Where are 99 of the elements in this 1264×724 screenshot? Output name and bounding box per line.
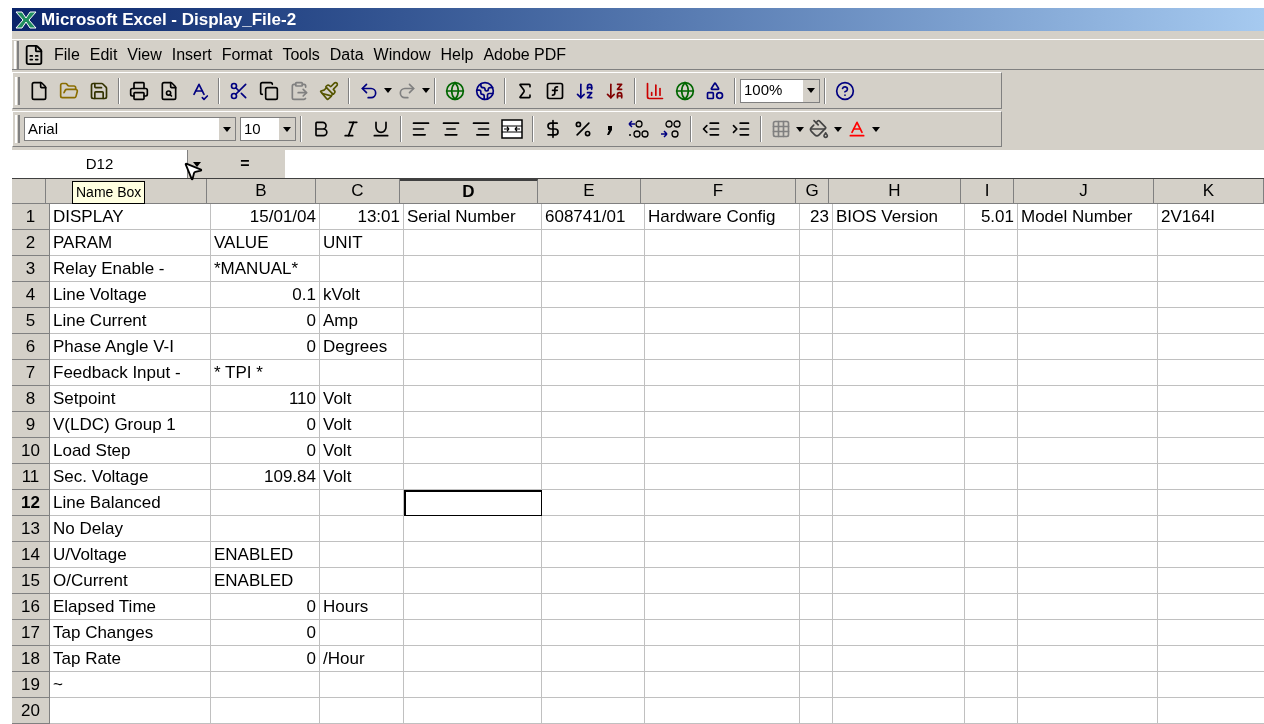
row-header[interactable]: 12 [12,490,50,516]
table-cell[interactable]: ~ [50,672,211,698]
table-cell[interactable]: 15/01/04 [211,204,320,230]
column-header[interactable]: F [641,179,796,204]
column-header[interactable]: H [829,179,961,204]
menu-item[interactable]: Help [435,42,479,67]
table-cell[interactable]: * TPI * [211,360,320,386]
table-cell[interactable]: Feedback Input - [50,360,211,386]
row-header[interactable]: 20 [12,698,50,724]
row-header[interactable]: 10 [12,438,50,464]
column-header[interactable]: I [961,179,1014,204]
zoom-combo[interactable]: 100% [740,78,820,103]
table-cell[interactable]: Model Number [1018,204,1158,230]
table-cell[interactable]: Sec. Voltage [50,464,211,490]
table-cell[interactable]: No Delay [50,516,211,542]
table-cell[interactable]: Load Step [50,438,211,464]
table-cell[interactable]: Hardware Config [645,204,800,230]
table-cell[interactable]: 23 [800,204,833,230]
table-cell[interactable]: VALUE [211,230,320,256]
table-cell[interactable]: Line Balanced [50,490,211,516]
row-header[interactable]: 7 [12,360,50,386]
table-cell[interactable]: 0 [211,308,320,334]
table-cell[interactable]: V(LDC) Group 1 [50,412,211,438]
column-header[interactable]: D [400,179,538,204]
column-header[interactable]: G [796,179,829,204]
table-cell[interactable]: UNIT [320,230,404,256]
table-cell[interactable]: ENABLED [211,568,320,594]
row-header[interactable]: 14 [12,542,50,568]
table-cell[interactable]: U/Voltage [50,542,211,568]
table-cell[interactable]: Degrees [320,334,404,360]
column-header[interactable]: C [316,179,400,204]
row-header[interactable]: 6 [12,334,50,360]
menu-item[interactable]: Window [368,42,436,67]
table-cell[interactable]: Tap Rate [50,646,211,672]
table-cell[interactable]: Tap Changes [50,620,211,646]
table-cell[interactable]: BIOS Version [833,204,965,230]
row-header[interactable]: 11 [12,464,50,490]
menu-item[interactable]: Data [324,42,369,67]
table-cell[interactable]: Volt [320,464,404,490]
table-cell[interactable]: 0 [211,412,320,438]
table-cell[interactable]: Volt [320,386,404,412]
table-cell[interactable]: Relay Enable - [50,256,211,282]
row-header[interactable]: 2 [12,230,50,256]
table-cell[interactable]: Amp [320,308,404,334]
table-cell[interactable]: ENABLED [211,542,320,568]
table-cell[interactable]: 13:01 [320,204,404,230]
table-cell[interactable]: /Hour [320,646,404,672]
table-cell[interactable]: PARAM [50,230,211,256]
table-cell[interactable]: 0 [211,620,320,646]
table-cell[interactable]: 2V164I [1158,204,1264,230]
row-header[interactable]: 3 [12,256,50,282]
row-header[interactable]: 8 [12,386,50,412]
table-cell[interactable]: 0 [211,594,320,620]
row-header[interactable]: 1 [12,204,50,230]
table-cell[interactable]: Line Voltage [50,282,211,308]
formula-equals-sign[interactable]: = [240,152,250,176]
row-header[interactable]: 4 [12,282,50,308]
table-cell[interactable]: Elapsed Time [50,594,211,620]
table-cell[interactable]: 110 [211,386,320,412]
row-header[interactable]: 5 [12,308,50,334]
table-cell[interactable]: 0 [211,646,320,672]
table-cell[interactable]: *MANUAL* [211,256,320,282]
column-header[interactable]: B [207,179,316,204]
menu-item[interactable]: Tools [277,42,325,67]
font-size-combo[interactable]: 10 [240,117,296,141]
menu-item[interactable]: Adobe PDF [478,42,572,67]
menu-item[interactable]: File [49,42,85,67]
column-header[interactable]: J [1014,179,1154,204]
table-cell[interactable]: 0 [211,438,320,464]
window-title: Microsoft Excel - Display_File-2 [41,8,297,31]
table-cell[interactable]: kVolt [320,282,404,308]
menu-item[interactable]: Edit [84,42,123,67]
row-header[interactable]: 15 [12,568,50,594]
menu-item[interactable]: View [122,42,167,67]
column-header[interactable]: E [538,179,641,204]
table-cell[interactable]: 5.01 [965,204,1018,230]
table-cell[interactable]: Setpoint [50,386,211,412]
row-header[interactable]: 19 [12,672,50,698]
table-cell[interactable]: Hours [320,594,404,620]
row-header[interactable]: 13 [12,516,50,542]
table-cell[interactable]: Volt [320,412,404,438]
menu-item[interactable]: Insert [166,42,217,67]
menu-item[interactable]: Format [216,42,278,67]
row-header[interactable]: 17 [12,620,50,646]
table-cell[interactable]: 608741/01 [542,204,645,230]
row-header[interactable]: 16 [12,594,50,620]
table-cell[interactable]: 0.1 [211,282,320,308]
row-header[interactable]: 18 [12,646,50,672]
table-cell[interactable]: O/Current [50,568,211,594]
table-cell[interactable]: Phase Angle V-I [50,334,211,360]
table-cell[interactable]: Volt [320,438,404,464]
column-header[interactable]: K [1154,179,1264,204]
font-combo[interactable]: Arial [24,117,236,141]
table-cell[interactable]: 0 [211,334,320,360]
table-cell[interactable]: Line Current [50,308,211,334]
table-cell[interactable]: Serial Number [404,204,542,230]
table-cell[interactable]: 109.84 [211,464,320,490]
tooltip: Name Box [72,181,146,204]
row-header[interactable]: 9 [12,412,50,438]
